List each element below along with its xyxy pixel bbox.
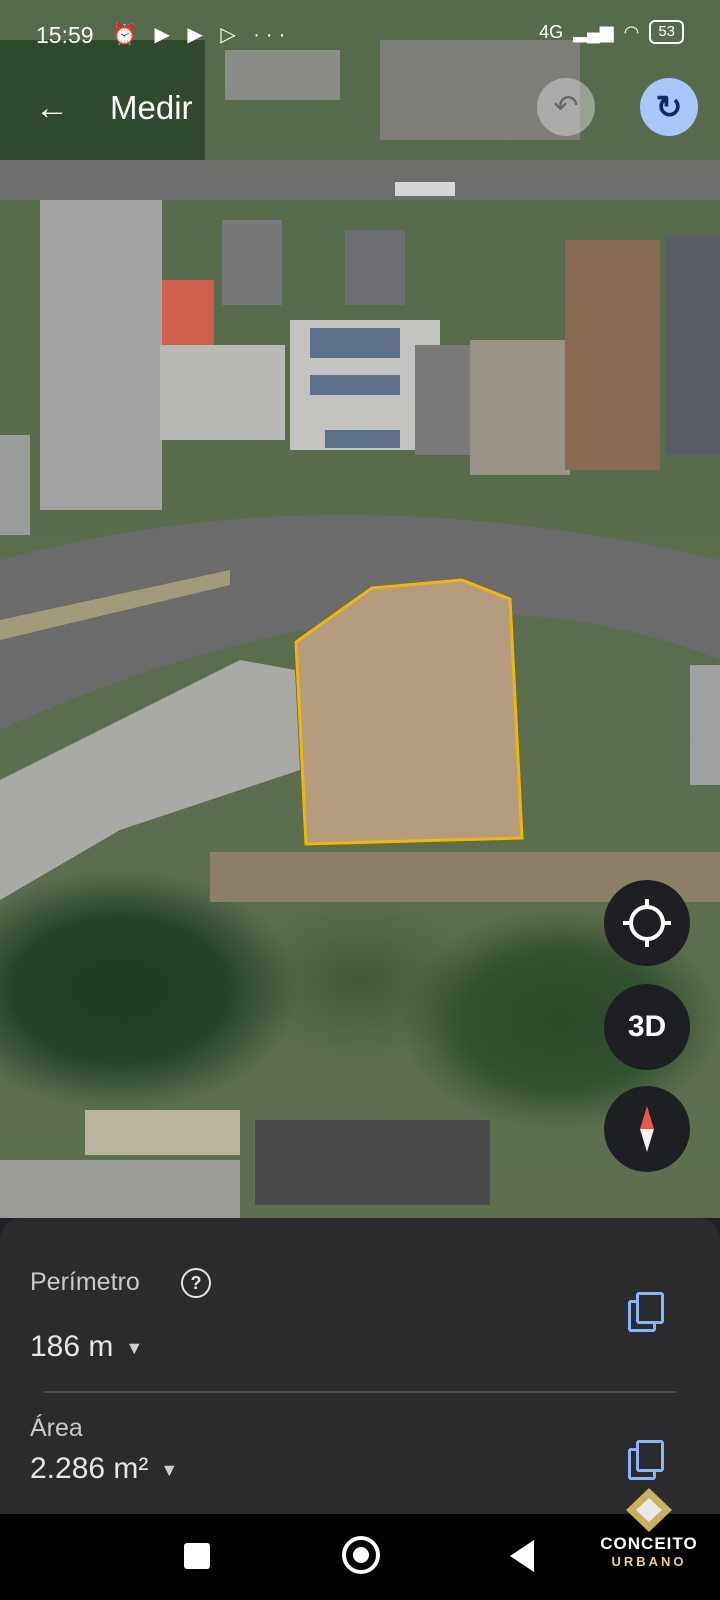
redo-icon: ↻ bbox=[655, 89, 683, 125]
status-bar: 15:59 ⏰ ▶ ▶ ▷ ··· 4G ▂▄▆ ◠ 53 bbox=[0, 0, 720, 72]
recents-button[interactable] bbox=[184, 1543, 210, 1569]
perimeter-label: Perímetro bbox=[30, 1268, 140, 1296]
redo-button[interactable]: ↻ bbox=[640, 78, 698, 136]
chevron-down-icon: ▼ bbox=[125, 1337, 144, 1358]
compass-button[interactable] bbox=[604, 1086, 690, 1172]
status-right: 4G ▂▄▆ ◠ 53 bbox=[539, 20, 684, 44]
undo-button[interactable]: ↶ bbox=[537, 78, 595, 136]
undo-icon: ↶ bbox=[553, 90, 579, 123]
battery-icon: 53 bbox=[649, 20, 684, 44]
area-value[interactable]: 2.286 m² ▼ bbox=[30, 1452, 178, 1486]
network-label: 4G bbox=[539, 21, 564, 42]
divider bbox=[44, 1391, 676, 1393]
crosshair-icon bbox=[623, 899, 671, 947]
brand-sub: URBANO bbox=[611, 1554, 687, 1569]
brand-name: CONCEITO bbox=[600, 1534, 698, 1553]
signal-icon: ▂▄▆ bbox=[573, 21, 614, 42]
my-location-button[interactable] bbox=[604, 880, 690, 966]
measurement-sheet: Perímetro ? 186 m ▼ Área 2.286 m² ▼ bbox=[0, 1218, 720, 1514]
back-arrow-icon[interactable]: ← bbox=[30, 86, 74, 130]
3d-toggle-button[interactable]: 3D bbox=[604, 984, 690, 1070]
watermark-logo: CONCEITO URBANO bbox=[586, 1484, 712, 1584]
page-title: Medir bbox=[110, 89, 193, 126]
wifi-icon: ◠ bbox=[623, 21, 640, 42]
chevron-down-icon: ▼ bbox=[160, 1459, 179, 1480]
perimeter-value-text: 186 m bbox=[30, 1330, 114, 1363]
compass-icon bbox=[640, 1106, 654, 1152]
area-value-text: 2.286 m² bbox=[30, 1452, 149, 1485]
copy-area-button[interactable] bbox=[628, 1440, 668, 1480]
home-button[interactable] bbox=[342, 1536, 380, 1574]
perimeter-value[interactable]: 186 m ▼ bbox=[30, 1330, 143, 1364]
logo-icon bbox=[626, 1488, 672, 1532]
notification-icons: ⏰ ▶ ▶ ▷ ··· bbox=[112, 24, 292, 46]
copy-perimeter-button[interactable] bbox=[628, 1292, 668, 1332]
area-label: Área bbox=[30, 1414, 83, 1442]
help-icon[interactable]: ? bbox=[181, 1268, 211, 1298]
back-button[interactable] bbox=[510, 1540, 534, 1572]
status-time: 15:59 bbox=[36, 22, 94, 48]
